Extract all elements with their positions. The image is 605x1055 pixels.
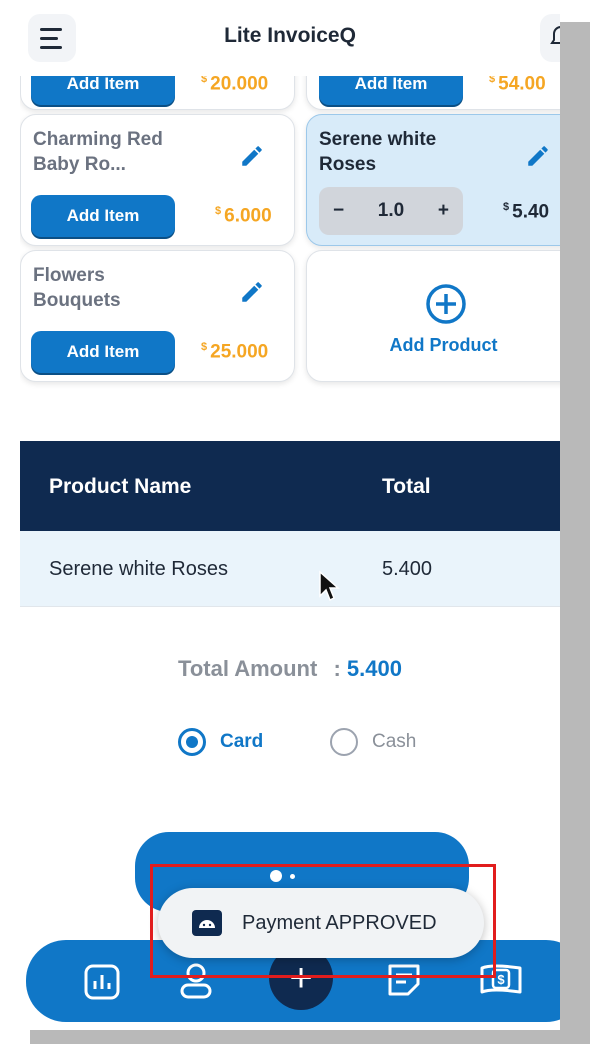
pencil-icon[interactable]: [525, 143, 551, 169]
mouse-cursor-icon: [319, 570, 340, 602]
payment-label-cash: Cash: [372, 731, 417, 752]
screenshot-border-right: [560, 22, 590, 1032]
product-price: $20.000: [201, 73, 269, 95]
top-bar: Lite InvoiceQ: [20, 0, 560, 76]
product-card[interactable]: Flowers Bouquets Add Item $25.000: [20, 250, 295, 382]
quantity-value: 1.0: [377, 200, 405, 221]
pencil-icon[interactable]: [239, 143, 265, 169]
quantity-stepper[interactable]: − 1.0 +: [319, 187, 463, 235]
table-row[interactable]: Serene white Roses 5.400: [20, 531, 560, 607]
product-name: Serene white Roses: [319, 129, 437, 175]
product-card-selected[interactable]: Serene white Roses − 1.0 + $5.40: [306, 114, 560, 246]
total-separator: :: [333, 656, 341, 681]
plus-circle-icon: [426, 284, 466, 324]
chart-icon[interactable]: [82, 962, 122, 1002]
add-item-button[interactable]: Add Item: [31, 331, 175, 373]
add-product-card[interactable]: Add Product: [306, 250, 560, 382]
product-price: $6.000: [215, 205, 272, 227]
payment-option-cash[interactable]: Cash: [330, 728, 416, 756]
add-product-label: Add Product: [389, 335, 498, 355]
column-header-product-name: Product Name: [49, 475, 192, 498]
product-name: Charming Red Baby Ro...: [33, 129, 163, 175]
increment-button[interactable]: +: [438, 200, 449, 222]
app-title: Lite InvoiceQ: [224, 24, 356, 47]
total-amount: Total Amount : 5.400: [20, 656, 560, 682]
annotation-highlight-box: [150, 864, 496, 978]
decrement-button[interactable]: −: [333, 200, 344, 222]
pencil-icon[interactable]: [239, 279, 265, 305]
product-name: Flowers Bouquets: [33, 265, 121, 311]
app-screen: Add Item $20.000 Add Item $54.00 Charmin…: [20, 0, 560, 1030]
screenshot-border-bottom: [30, 1030, 590, 1044]
product-price: $25.000: [201, 341, 269, 363]
payment-option-card[interactable]: Card: [178, 728, 263, 756]
radio-cash[interactable]: [330, 728, 358, 756]
invoice-table-header: Product Name Total: [20, 441, 560, 531]
column-header-total: Total: [382, 475, 431, 498]
product-card[interactable]: Charming Red Baby Ro... Add Item $6.000: [20, 114, 295, 246]
payment-label-card: Card: [220, 731, 264, 752]
row-total: 5.400: [382, 558, 433, 580]
product-price: $54.00: [489, 73, 546, 95]
bell-icon: [550, 26, 560, 44]
product-price: $5.40: [503, 201, 550, 223]
notification-button[interactable]: [540, 14, 560, 62]
total-label: Total Amount: [178, 656, 318, 681]
svg-text:$: $: [497, 972, 505, 987]
add-item-button[interactable]: Add Item: [31, 195, 175, 237]
total-value: 5.400: [346, 656, 402, 681]
row-product-name: Serene white Roses: [49, 558, 228, 580]
radio-card[interactable]: [178, 728, 206, 756]
